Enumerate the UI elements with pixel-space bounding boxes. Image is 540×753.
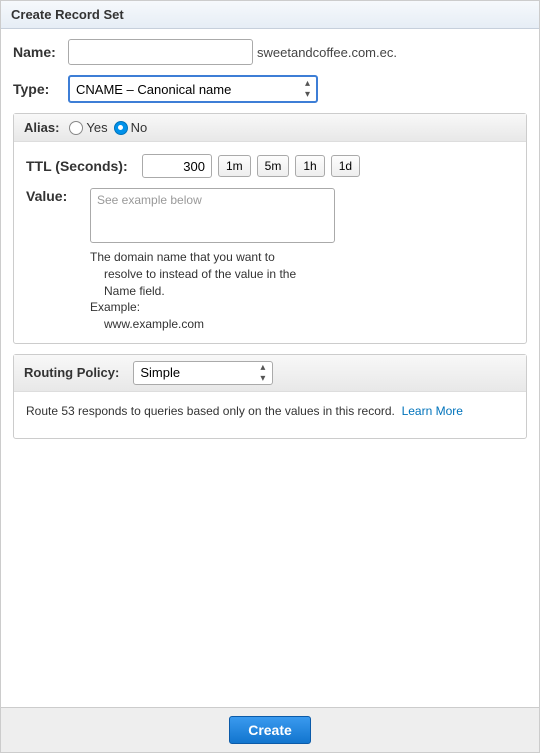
- name-label: Name:: [13, 44, 68, 60]
- radio-icon: [69, 121, 83, 135]
- ttl-label: TTL (Seconds):: [26, 158, 136, 174]
- value-help-text: The domain name that you want to resolve…: [90, 249, 514, 333]
- ttl-input[interactable]: [142, 154, 212, 178]
- panel-title: Create Record Set: [1, 1, 539, 29]
- alias-label: Alias:: [24, 120, 59, 135]
- ttl-preset-1m[interactable]: 1m: [218, 155, 251, 177]
- learn-more-link[interactable]: Learn More: [402, 404, 463, 418]
- ttl-row: TTL (Seconds): 1m 5m 1h 1d: [26, 154, 514, 178]
- form-content: Name: sweetandcoffee.com.ec. Type: CNAME…: [1, 29, 539, 439]
- domain-suffix: sweetandcoffee.com.ec.: [257, 45, 397, 60]
- value-textarea[interactable]: [90, 188, 335, 243]
- alias-no-radio[interactable]: No: [114, 120, 148, 135]
- ttl-preset-5m[interactable]: 5m: [257, 155, 290, 177]
- alias-yes-label: Yes: [86, 120, 107, 135]
- routing-label: Routing Policy:: [24, 365, 119, 380]
- routing-panel: Routing Policy: Simple ▴▾ Route 53 respo…: [13, 354, 527, 439]
- name-input[interactable]: [68, 39, 253, 65]
- routing-select[interactable]: Simple: [133, 361, 273, 385]
- value-row: Value:: [26, 188, 514, 243]
- radio-icon: [114, 121, 128, 135]
- ttl-preset-1d[interactable]: 1d: [331, 155, 360, 177]
- alias-yes-radio[interactable]: Yes: [69, 120, 107, 135]
- value-label: Value:: [26, 188, 76, 204]
- alias-body: TTL (Seconds): 1m 5m 1h 1d Value: The do…: [14, 142, 526, 343]
- type-row: Type: CNAME – Canonical name ▴▾: [13, 75, 527, 103]
- footer: Create: [1, 707, 539, 752]
- ttl-preset-1h[interactable]: 1h: [295, 155, 324, 177]
- routing-header: Routing Policy: Simple ▴▾: [14, 355, 526, 392]
- routing-description: Route 53 responds to queries based only …: [14, 392, 526, 438]
- create-button[interactable]: Create: [229, 716, 311, 744]
- alias-header: Alias: Yes No: [14, 114, 526, 142]
- alias-no-label: No: [131, 120, 148, 135]
- type-label: Type:: [13, 81, 68, 97]
- name-row: Name: sweetandcoffee.com.ec.: [13, 39, 527, 65]
- alias-panel: Alias: Yes No TTL (Seconds): 1m 5m 1h 1d…: [13, 113, 527, 344]
- type-select[interactable]: CNAME – Canonical name: [68, 75, 318, 103]
